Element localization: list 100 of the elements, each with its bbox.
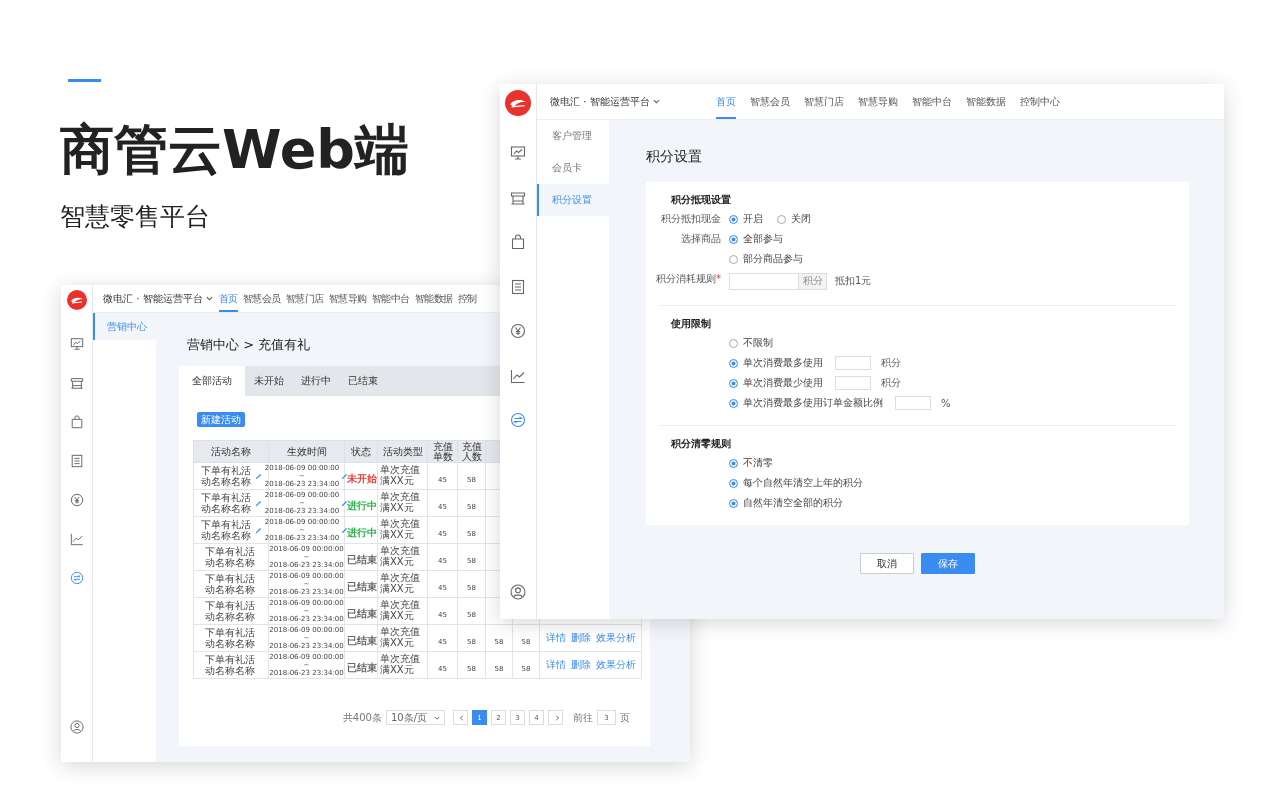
chevron-left-icon [459, 714, 465, 721]
edit-icon[interactable] [341, 526, 349, 534]
input-field[interactable] [895, 396, 931, 410]
option-label: 每个自然年清空上年的积分 [743, 476, 863, 490]
radio-button[interactable] [729, 358, 738, 368]
table-cell-text: 下单有礼活动名称名称 [205, 654, 256, 676]
goto-label: 前往 [573, 710, 593, 725]
cancel-button[interactable]: 取消 [860, 553, 914, 574]
table-cell-text: 下单有礼活动名称名称 [205, 627, 256, 649]
nav-tab[interactable]: 智慧会员 [749, 84, 790, 119]
yen-icon [510, 323, 526, 339]
user-icon[interactable] [510, 584, 526, 600]
nav-tab[interactable]: 智能中台 [371, 285, 410, 312]
platform-name[interactable]: 微电汇 · 智能运营平台 [550, 94, 650, 109]
nav-tab[interactable]: 控制 [457, 285, 477, 312]
nav-tab[interactable]: 智能数据 [965, 84, 1006, 119]
radio-button[interactable] [777, 214, 786, 224]
unit-label: % [941, 397, 951, 409]
nav-tab[interactable]: 智慧导购 [328, 285, 367, 312]
nav-tab[interactable]: 智能数据 [414, 285, 453, 312]
field-label: 选择商品 [681, 232, 721, 246]
store-icon [69, 376, 84, 390]
nav-tab[interactable]: 控制中心 [1019, 84, 1060, 119]
filter-tab[interactable]: 已结束 [339, 366, 386, 396]
exchange-icon [69, 571, 84, 585]
logo [505, 90, 531, 116]
radio-button[interactable] [729, 214, 738, 224]
edit-icon[interactable] [254, 472, 262, 480]
radio-button[interactable] [729, 478, 738, 488]
accent-bar [68, 79, 101, 82]
status-text: 已结束 [347, 553, 377, 565]
line-chart-icon [69, 532, 84, 546]
option-label: 开启 [743, 212, 763, 226]
page-title: 积分设置 [646, 148, 703, 164]
unit-label: 积分 [881, 376, 901, 390]
hero-subtitle: 智慧零售平台 [60, 201, 210, 233]
radio-button[interactable] [729, 338, 738, 348]
total-count: 共400条 [342, 710, 382, 725]
action-link[interactable]: 效果分析 [595, 631, 636, 645]
table-cell-text: 下单有礼活动名称名称 [200, 465, 252, 487]
edit-icon[interactable] [254, 526, 262, 534]
table-cell-text: 下单有礼活动名称名称 [205, 573, 256, 595]
radio-button[interactable] [729, 458, 738, 468]
page-title: 营销中心 > 充值有礼 [187, 337, 312, 353]
document-icon [510, 278, 526, 295]
status-text: 已结束 [347, 580, 377, 592]
table-cell-text: 下单有礼活动名称名称 [205, 600, 256, 622]
page-suffix: 页 [620, 710, 630, 725]
section-heading: 使用限制 [670, 319, 712, 329]
action-link[interactable]: 删除 [570, 631, 591, 645]
action-link[interactable]: 详情 [545, 658, 566, 672]
line-chart-icon [510, 367, 526, 384]
table-cell-text: 单次充值满XX元 [380, 599, 421, 621]
nav-tab[interactable]: 智慧门店 [803, 84, 844, 119]
option-label: 关闭 [791, 212, 811, 226]
edit-icon[interactable] [254, 499, 262, 507]
status-text: 进行中 [347, 499, 377, 511]
hero-title: 商管云Web端 [60, 118, 409, 182]
radio-button[interactable] [729, 234, 738, 244]
radio-button[interactable] [729, 498, 738, 508]
section-heading: 积分清零规则 [670, 439, 732, 449]
next-page-button[interactable] [548, 710, 563, 725]
action-link[interactable]: 详情 [545, 631, 566, 645]
field-label: 积分抵扣现金 [661, 212, 721, 226]
table-cell-text: 单次充值满XX元 [380, 491, 421, 513]
action-link[interactable]: 删除 [570, 658, 591, 672]
radio-button[interactable] [729, 398, 738, 408]
input-field[interactable] [835, 356, 871, 370]
action-link[interactable]: 效果分析 [595, 658, 636, 672]
caret-icon [652, 98, 660, 105]
option-label: 自然年清空全部的积分 [743, 496, 843, 510]
edit-icon[interactable] [341, 499, 349, 507]
logo [66, 290, 87, 310]
chart-board-icon [69, 337, 84, 351]
filter-tab[interactable]: 未开始 [245, 366, 292, 396]
nav-tab[interactable]: 智慧门店 [285, 285, 324, 312]
edit-icon[interactable] [341, 472, 349, 480]
field-label: 积分消耗规则* [656, 272, 721, 286]
input-field[interactable] [835, 376, 871, 390]
document-icon [69, 454, 84, 468]
page-size-select[interactable]: 10条/页 [385, 710, 445, 725]
radio-button[interactable] [729, 378, 738, 388]
filter-tab[interactable]: 进行中 [292, 366, 339, 396]
platform-name[interactable]: 微电汇 · 智能运营平台 [103, 291, 203, 306]
nav-tab[interactable]: 智能中台 [911, 84, 952, 119]
column-header: 活动类型 [381, 446, 424, 457]
option-label: 不清零 [743, 456, 773, 470]
column-header: 活动名称 [210, 446, 252, 457]
column-header: 生效时间 [285, 446, 328, 457]
table-cell-text: 下单有礼活动名称名称 [205, 546, 256, 568]
table-cell-text: 单次充值满XX元 [380, 545, 421, 567]
filter-tab[interactable]: 全部活动 [179, 366, 245, 396]
prev-page-button[interactable] [453, 710, 468, 725]
radio-button[interactable] [729, 254, 738, 264]
nav-tab[interactable]: 智慧导购 [857, 84, 898, 119]
nav-tab[interactable]: 智慧会员 [242, 285, 281, 312]
user-icon[interactable] [69, 720, 84, 734]
table-cell-text: 下单有礼活动名称名称 [200, 492, 252, 514]
table-cell-text: 单次充值满XX元 [380, 626, 421, 648]
unit-label: 抵扣1元 [835, 274, 872, 288]
